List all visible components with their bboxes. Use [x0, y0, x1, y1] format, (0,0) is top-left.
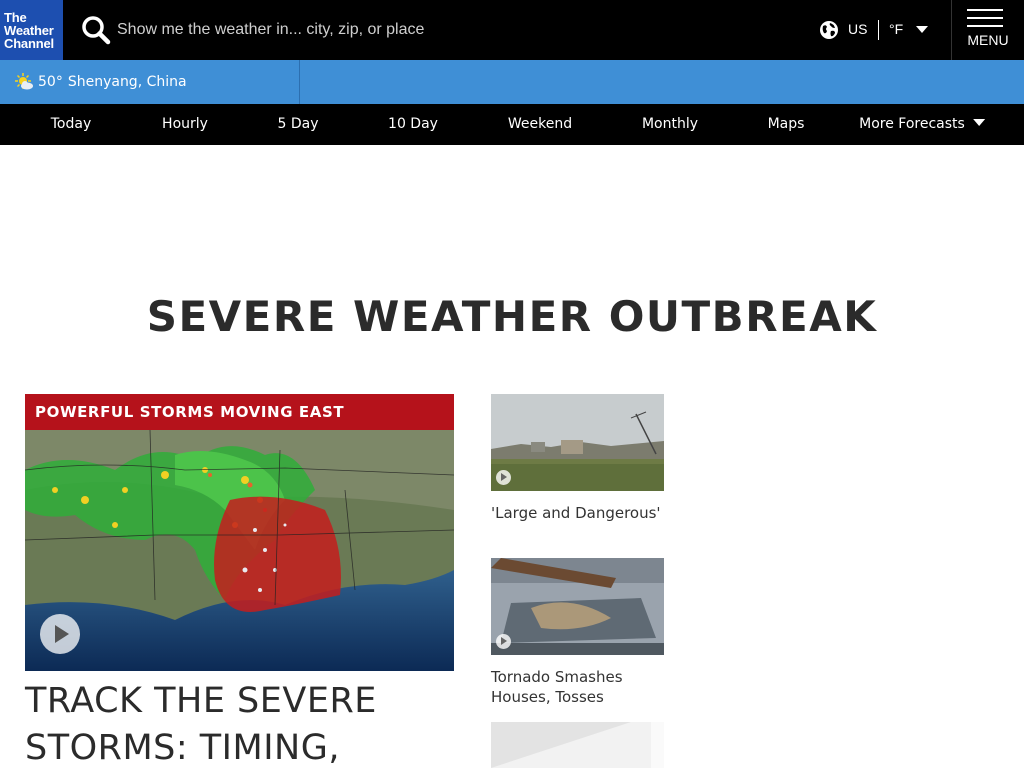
nav-monthly[interactable]: Monthly: [642, 104, 698, 145]
hamburger-icon: [967, 9, 1003, 29]
video-card[interactable]: Tornado Smashes Houses, Tosses: [491, 558, 664, 707]
temperature-unit-selector[interactable]: °F: [889, 21, 903, 37]
play-icon[interactable]: [40, 614, 80, 654]
card-title[interactable]: Tornado Smashes Houses, Tosses: [491, 667, 664, 707]
logo-line-2: Weather: [4, 22, 54, 38]
nav-5-day[interactable]: 5 Day: [277, 104, 318, 145]
search-input[interactable]: [117, 16, 677, 44]
feature-headline[interactable]: TRACK THE SEVERE STORMS: TIMING,: [25, 678, 455, 772]
globe-icon[interactable]: [819, 20, 839, 40]
video-card[interactable]: [491, 722, 664, 768]
radar-map-image[interactable]: [25, 430, 454, 671]
location-bar: 50° Shenyang, China: [0, 60, 1024, 104]
video-thumbnail[interactable]: [491, 722, 664, 768]
thumbnail-graphic: [491, 558, 664, 655]
current-temp: 50°: [38, 74, 63, 90]
nav-weekend[interactable]: Weekend: [508, 104, 572, 145]
play-icon: [496, 634, 511, 649]
current-location[interactable]: 50° Shenyang, China: [0, 60, 300, 104]
menu-button[interactable]: MENU: [952, 0, 1024, 60]
current-place: Shenyang, China: [67, 74, 187, 90]
menu-label: MENU: [967, 32, 1009, 48]
tornado-damage-thumbnail[interactable]: [491, 394, 664, 491]
unit-divider: [878, 20, 879, 40]
nav-more-forecasts[interactable]: More Forecasts: [859, 104, 985, 145]
nav-hourly[interactable]: Hourly: [162, 104, 208, 145]
video-card[interactable]: 'Large and Dangerous': [491, 394, 664, 523]
chevron-down-icon[interactable]: [916, 26, 928, 33]
nav-10-day[interactable]: 10 Day: [388, 104, 438, 145]
search-icon[interactable]: [80, 14, 112, 46]
logo-line-1: The: [4, 9, 27, 25]
feature-kicker: POWERFUL STORMS MOVING EAST: [25, 394, 454, 430]
section-title: SEVERE WEATHER OUTBREAK: [146, 292, 878, 341]
weather-channel-logo[interactable]: The Weather Channel: [0, 0, 63, 60]
nav-today[interactable]: Today: [51, 104, 92, 145]
thumbnail-graphic: [491, 394, 664, 491]
nav-maps[interactable]: Maps: [768, 104, 805, 145]
card-title[interactable]: 'Large and Dangerous': [491, 503, 664, 523]
radar-map-graphic: [25, 430, 454, 671]
nav-more-forecasts-label: More Forecasts: [859, 116, 965, 132]
top-header: The Weather Channel US °F MENU: [0, 0, 1024, 60]
logo-line-3: Channel: [4, 35, 54, 51]
partly-cloudy-icon: [15, 73, 33, 90]
chevron-down-icon: [972, 118, 985, 126]
play-icon: [496, 470, 511, 485]
smashed-truck-thumbnail[interactable]: [491, 558, 664, 655]
forecast-nav: Today Hourly 5 Day 10 Day Weekend Monthl…: [0, 104, 1024, 145]
region-selector[interactable]: US: [848, 21, 867, 37]
thumbnail-graphic: [491, 722, 664, 768]
